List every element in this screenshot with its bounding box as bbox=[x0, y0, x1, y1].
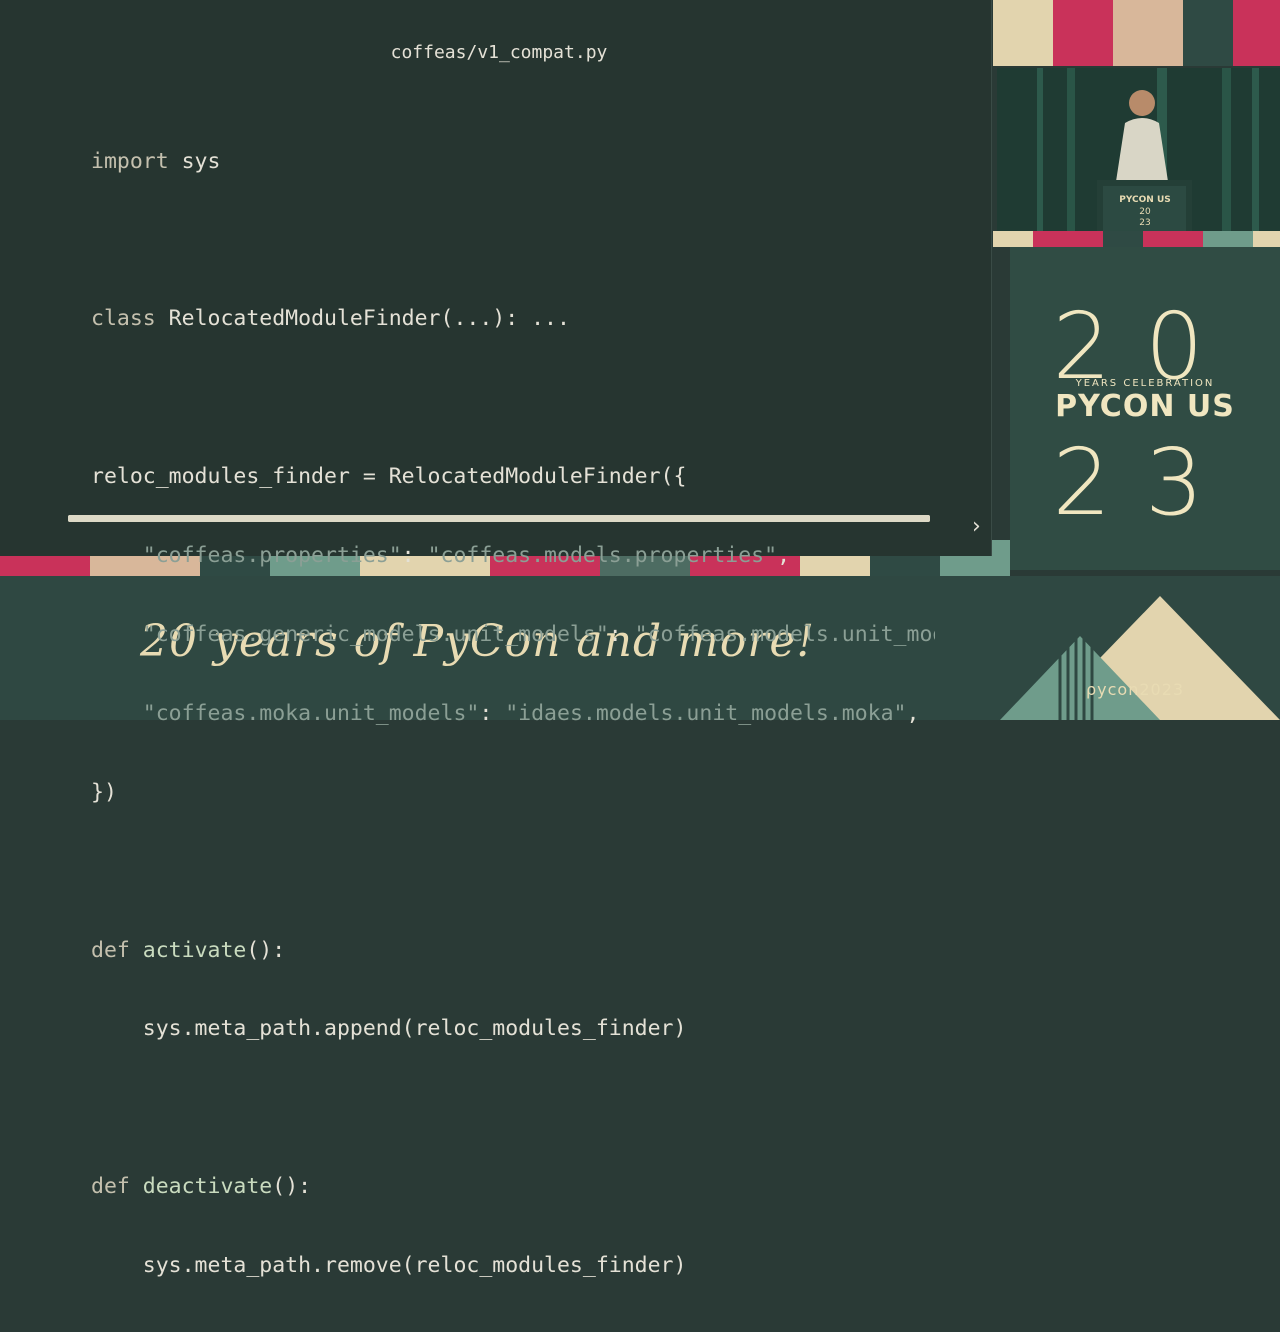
code-text: : bbox=[401, 543, 428, 569]
code-line: def deactivate(): bbox=[91, 1174, 935, 1200]
code-text: sys bbox=[168, 148, 221, 174]
code-text: sys.meta_path.append(reloc_modules_finde… bbox=[142, 1016, 687, 1042]
scrollbar-thumb[interactable] bbox=[68, 515, 930, 522]
footer-brand-logo: ρycon2023 bbox=[1086, 680, 1185, 699]
code-text: : bbox=[608, 621, 635, 647]
code-line: sys.meta_path.remove(reloc_modules_finde… bbox=[91, 1253, 935, 1279]
chevron-right-icon[interactable]: › bbox=[972, 516, 981, 538]
horizontal-scrollbar[interactable] bbox=[68, 515, 930, 522]
code-keyword: def bbox=[91, 1174, 130, 1200]
file-title: coffeas/v1_compat.py bbox=[390, 42, 608, 63]
code-keyword: class bbox=[91, 306, 156, 332]
code-text: (): bbox=[272, 1174, 312, 1200]
code-line: import sys bbox=[91, 149, 935, 175]
svg-text:PYCON US: PYCON US bbox=[1119, 195, 1171, 205]
code-text: reloc_modules_finder = RelocatedModuleFi… bbox=[91, 464, 687, 490]
code-line: class RelocatedModuleFinder(...): ... bbox=[91, 306, 935, 332]
code-text: , bbox=[906, 700, 920, 726]
code-string: "coffeas.models.unit_models" bbox=[634, 621, 935, 647]
code-function-name: activate bbox=[142, 937, 247, 963]
code-slide: coffeas/v1_compat.py import sys class Re… bbox=[0, 0, 992, 1278]
code-line: "coffeas.properties": "coffeas.models.pr… bbox=[91, 543, 935, 569]
speaker-video: PYCON US 20 23 bbox=[997, 68, 1280, 231]
code-text: (): bbox=[246, 937, 286, 963]
code-text: : bbox=[479, 700, 506, 726]
code-text: }) bbox=[91, 779, 117, 805]
svg-text:20: 20 bbox=[1139, 207, 1151, 217]
pycon-logo: 20 YEARS CELEBRATION PYCON US 23 bbox=[1010, 247, 1280, 570]
svg-text:23: 23 bbox=[1139, 218, 1150, 228]
code-string: "coffeas.moka.unit_models" bbox=[142, 700, 480, 726]
code-keyword: import bbox=[91, 148, 169, 174]
code-line: reloc_modules_finder = RelocatedModuleFi… bbox=[91, 464, 935, 490]
logo-name: PYCON US bbox=[1055, 389, 1235, 424]
code-function-name: deactivate bbox=[142, 1174, 273, 1200]
code-string: "idaes.models.unit_models.moka" bbox=[505, 700, 907, 726]
code-block: import sys class RelocatedModuleFinder(.… bbox=[91, 96, 935, 1332]
code-text: sys.meta_path.remove(reloc_modules_finde… bbox=[142, 1253, 687, 1279]
code-keyword: def bbox=[91, 937, 130, 963]
code-text: , bbox=[777, 543, 791, 569]
code-line: }) bbox=[91, 780, 935, 806]
code-text: RelocatedModuleFinder(...): ... bbox=[155, 306, 570, 332]
decorative-band-top-right bbox=[993, 0, 1280, 66]
code-string: "coffeas.generic_models.unit_models" bbox=[142, 621, 609, 647]
logo-subtitle: YEARS CELEBRATION bbox=[1075, 378, 1215, 389]
code-line: def activate(): bbox=[91, 938, 935, 964]
code-string: "coffeas.properties" bbox=[142, 543, 402, 569]
code-line: "coffeas.moka.unit_models": "idaes.model… bbox=[91, 701, 935, 727]
code-string: "coffeas.models.properties" bbox=[427, 543, 778, 569]
logo-year-bottom: 23 bbox=[1052, 429, 1238, 536]
code-line: sys.meta_path.append(reloc_modules_finde… bbox=[91, 1016, 935, 1042]
code-line: "coffeas.generic_models.unit_models": "c… bbox=[91, 622, 935, 648]
speaker-scene-image: PYCON US 20 23 bbox=[997, 68, 1280, 231]
decorative-band-mid-right bbox=[993, 231, 1280, 247]
